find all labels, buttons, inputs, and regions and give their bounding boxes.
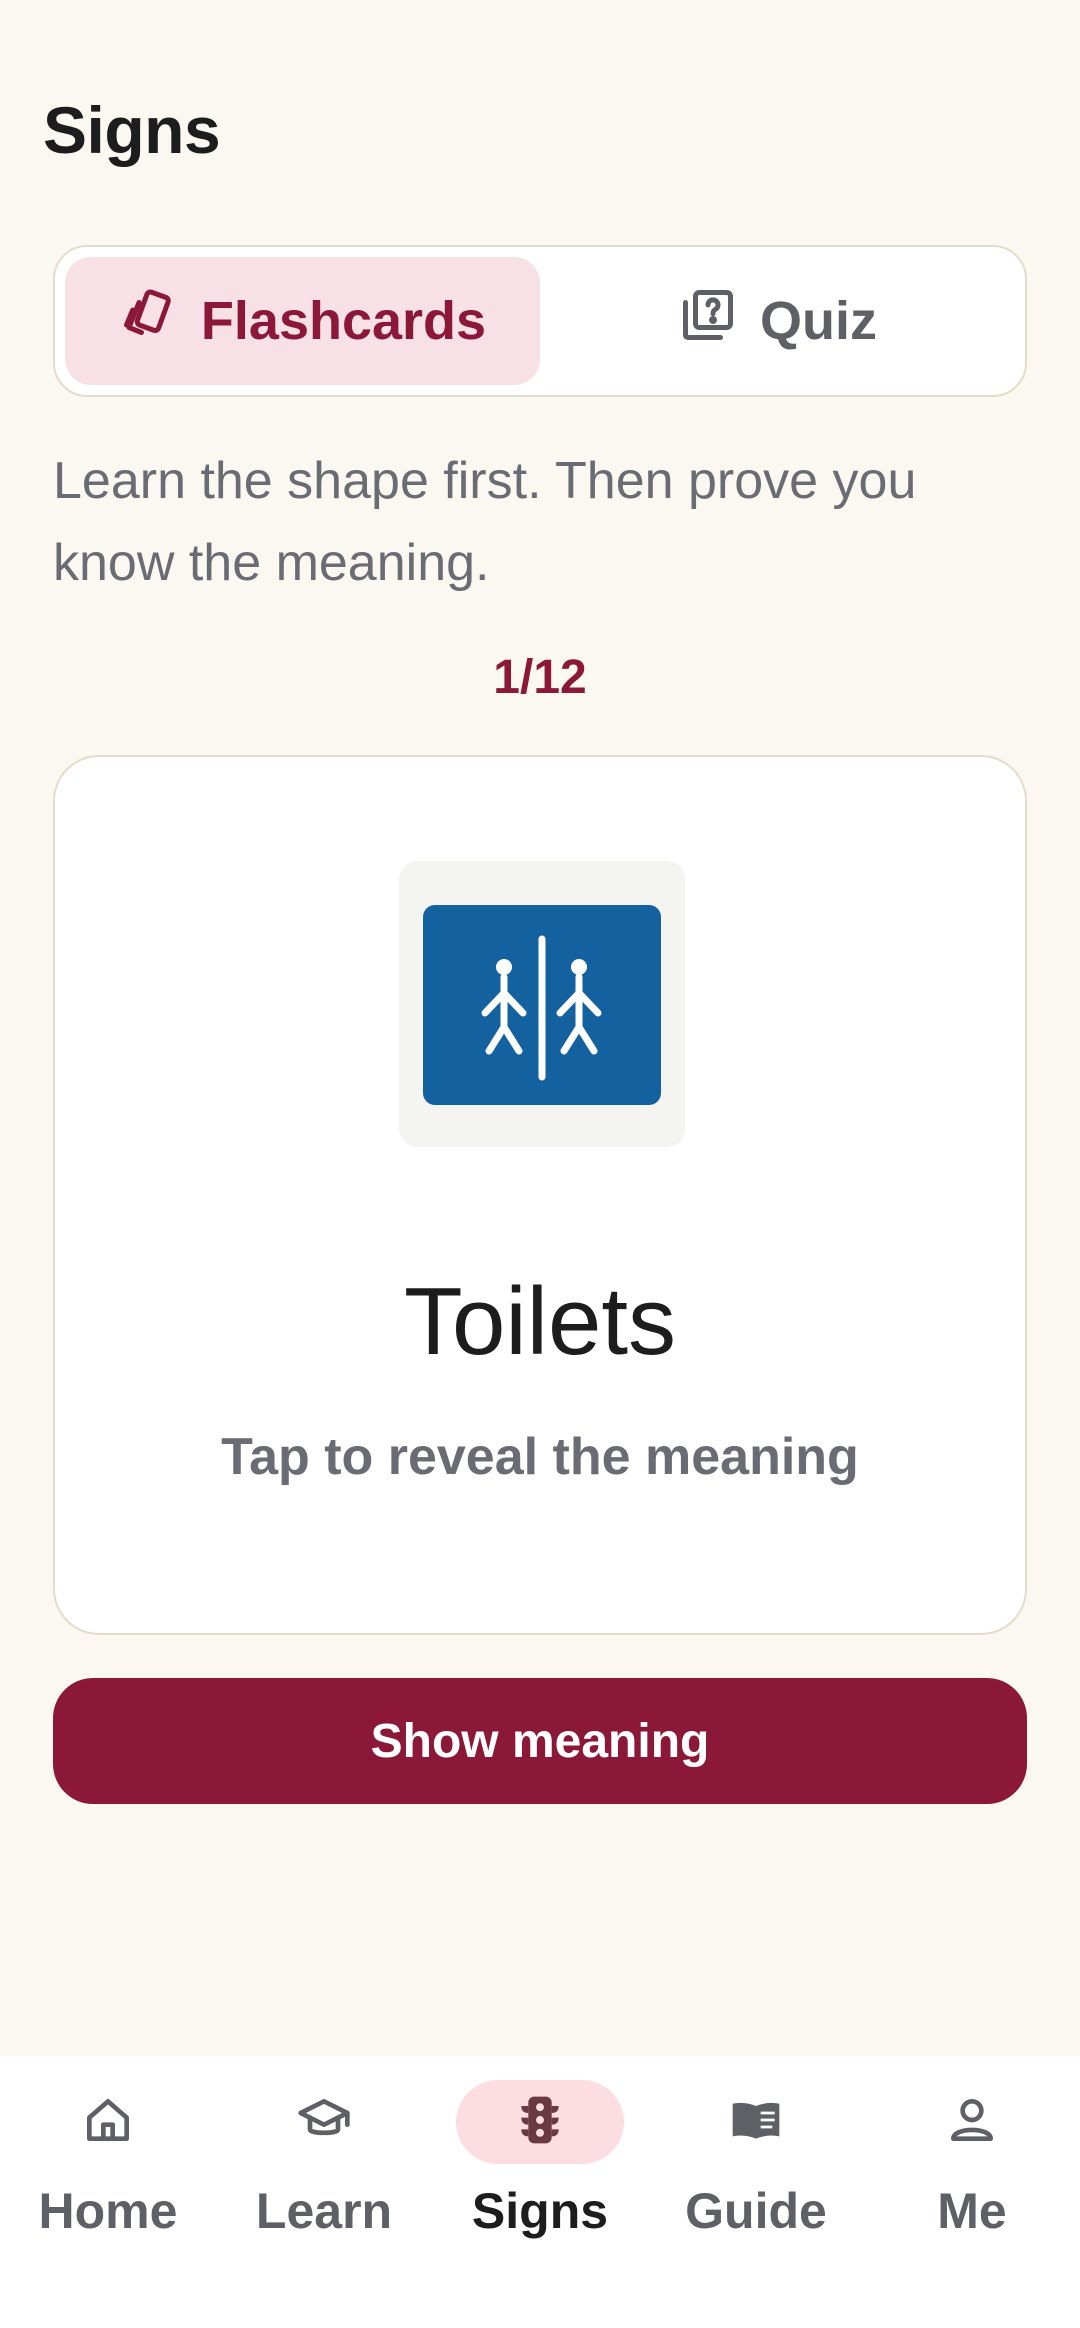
nav-item-home[interactable]: Home [0, 2056, 216, 2328]
page-title: Signs [43, 93, 221, 167]
progress-counter: 1/12 [493, 651, 587, 704]
quiz-icon [678, 285, 738, 358]
nav-label-signs: Signs [471, 2183, 609, 2239]
nav-item-me[interactable]: Me [864, 2056, 1080, 2328]
nav-label-home: Home [38, 2183, 178, 2239]
show-meaning-button[interactable]: Show meaning [53, 1678, 1027, 1804]
intro-text: Learn the shape first. Then prove you kn… [53, 452, 917, 592]
mode-switcher: Flashcards Quiz [53, 245, 1027, 397]
sign-image-frame [399, 861, 685, 1147]
nav-label-me: Me [937, 2183, 1007, 2239]
book-icon [728, 2092, 784, 2153]
bottom-nav: Home Learn Signs Guide Me [0, 2056, 1080, 2328]
home-icon [80, 2092, 136, 2153]
toilets-sign-icon [423, 905, 661, 1105]
tab-flashcards[interactable]: Flashcards [65, 257, 540, 385]
tab-flashcards-label: Flashcards [200, 291, 487, 351]
tab-quiz[interactable]: Quiz [540, 257, 1015, 385]
nav-item-guide[interactable]: Guide [648, 2056, 864, 2328]
cards-icon [119, 285, 179, 358]
sign-name: Toilets [403, 1268, 677, 1375]
nav-item-learn[interactable]: Learn [216, 2056, 432, 2328]
nav-item-signs[interactable]: Signs [432, 2056, 648, 2328]
person-icon [944, 2092, 1000, 2153]
traffic-light-icon [512, 2092, 568, 2153]
nav-label-guide: Guide [685, 2183, 827, 2239]
graduation-cap-icon [296, 2092, 352, 2153]
reveal-hint: Tap to reveal the meaning [221, 1428, 859, 1486]
flashcard[interactable]: Toilets Tap to reveal the meaning [53, 755, 1027, 1635]
tab-quiz-label: Quiz [760, 291, 877, 351]
nav-label-learn: Learn [255, 2183, 393, 2239]
